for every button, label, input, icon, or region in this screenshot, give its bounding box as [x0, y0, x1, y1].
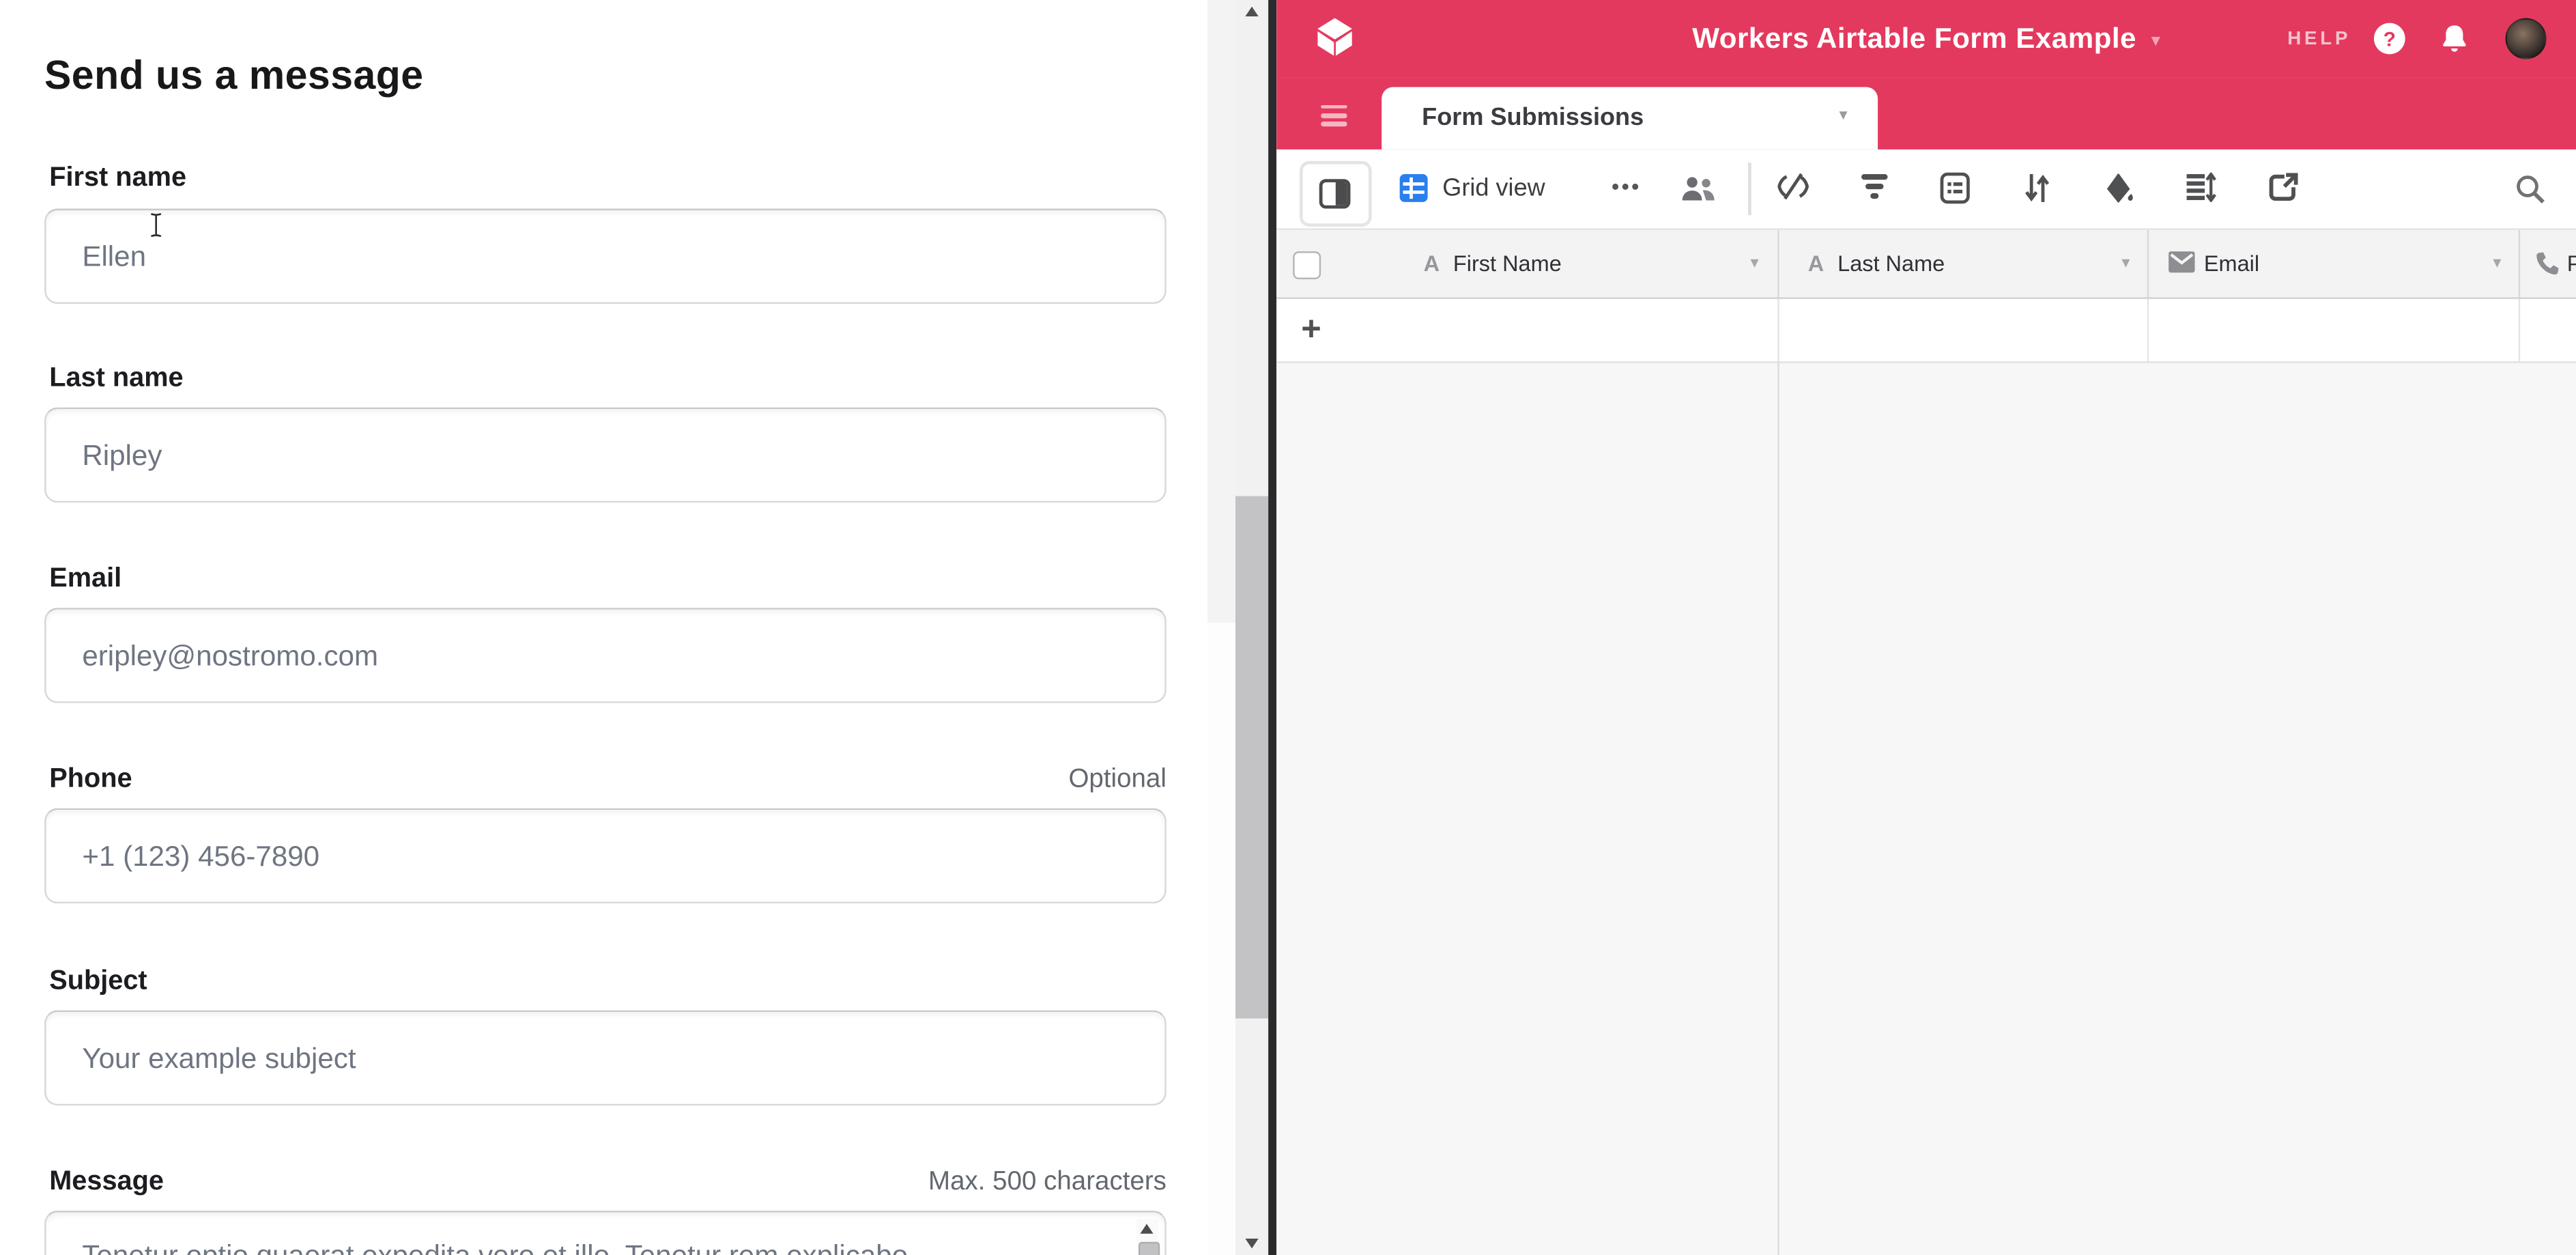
search-icon[interactable] [2515, 174, 2545, 203]
sidebar-toggle-icon [1319, 178, 1351, 208]
screenshot-viewport: Send us a message First name Ellen Last … [0, 0, 2576, 1255]
column-caret-icon[interactable]: ▾ [2121, 230, 2130, 296]
last-name-input[interactable]: Ripley [44, 408, 1167, 503]
email-value: eripley@nostromo.com [82, 610, 378, 702]
tab-label: Form Submissions [1422, 87, 1644, 149]
group-icon[interactable] [1941, 173, 1970, 204]
share-view-icon[interactable] [2269, 173, 2298, 202]
add-row-row[interactable]: + [1276, 299, 2576, 363]
column-header-email[interactable]: Email ▾ [2147, 230, 2519, 296]
page-scrollbar-thumb[interactable] [1235, 496, 1268, 1019]
message-label: Message [49, 1166, 164, 1198]
scroll-down-arrow-icon[interactable] [1245, 1239, 1258, 1248]
first-name-value: Ellen [82, 210, 146, 302]
help-button[interactable]: HELP [2287, 29, 2351, 48]
contact-form-pane: Send us a message First name Ellen Last … [0, 0, 1235, 1255]
email-field-type-icon [2168, 251, 2194, 272]
subject-label: Subject [49, 966, 147, 998]
last-name-value: Ripley [82, 409, 162, 501]
question-help-icon[interactable]: ? [2374, 23, 2405, 55]
text-field-type-icon: A [1808, 230, 1824, 296]
subject-value: Your example subject [82, 1012, 356, 1104]
window-divider [1268, 0, 1276, 1255]
email-label: Email [49, 563, 121, 595]
color-icon[interactable] [2104, 173, 2134, 204]
text-field-type-icon: A [1424, 230, 1440, 296]
column-header-first-name[interactable]: A First Name ▾ [1276, 230, 1777, 296]
hide-fields-icon[interactable] [1777, 173, 1809, 201]
airtable-titlebar: Workers Airtable Form Example ▾ HELP ? [1276, 0, 2576, 77]
text-cursor-icon [148, 212, 164, 238]
collaborators-icon[interactable] [1680, 175, 1717, 201]
column-header-last-name[interactable]: A Last Name ▾ [1777, 230, 2148, 296]
row-height-icon[interactable] [2185, 173, 2216, 202]
column-name: First Name [1453, 230, 1562, 296]
base-title-caret-icon[interactable]: ▾ [2151, 29, 2160, 51]
column-caret-icon[interactable]: ▾ [1750, 230, 1758, 296]
hamburger-menu-icon[interactable] [1321, 104, 1347, 131]
email-input[interactable]: eripley@nostromo.com [44, 608, 1167, 703]
view-name[interactable]: Grid view [1442, 149, 1545, 227]
toggle-view-sidebar-button[interactable] [1300, 160, 1371, 226]
tab-caret-icon: ▾ [1839, 107, 1847, 124]
sort-icon[interactable] [2024, 173, 2050, 204]
phone-optional-note: Optional [1068, 765, 1166, 795]
frozen-column-divider [1777, 361, 1779, 1255]
column-divider [2518, 299, 2521, 361]
scroll-up-arrow-icon[interactable] [1140, 1224, 1153, 1233]
phone-value: +1 (123) 456-7890 [82, 810, 319, 902]
view-options-dots-button[interactable]: ••• [1612, 149, 1642, 225]
column-divider [2147, 299, 2149, 361]
scroll-up-arrow-icon[interactable] [1245, 7, 1258, 16]
column-header-phone[interactable]: Phone [2518, 230, 2576, 296]
grid-view-icon [1400, 174, 1428, 202]
form-title: Send us a message [44, 54, 424, 100]
grid-header-row: A First Name ▾ A Last Name ▾ Email ▾ [1276, 230, 2576, 298]
pane-edge-strip [1207, 623, 1235, 1255]
user-avatar[interactable] [2506, 18, 2547, 59]
column-divider [1777, 299, 1779, 361]
column-caret-icon[interactable]: ▾ [2493, 230, 2501, 296]
add-record-button[interactable]: + [1301, 299, 1321, 361]
subject-input[interactable]: Your example subject [44, 1011, 1167, 1106]
last-name-label: Last name [49, 363, 183, 395]
column-name: Phone [2567, 230, 2576, 296]
toolbar-divider [1748, 162, 1751, 214]
message-textarea[interactable]: Tenetur optio quaerat expedita vero et i… [44, 1211, 1167, 1255]
base-title[interactable]: Workers Airtable Form Example [1692, 21, 2136, 56]
phone-field-type-icon [2534, 251, 2559, 276]
phone-label: Phone [49, 764, 132, 795]
airtable-window: Workers Airtable Form Example ▾ HELP ? F… [1276, 0, 2576, 1255]
notifications-bell-icon[interactable] [2439, 23, 2469, 55]
pane-edge-strip [1207, 0, 1235, 623]
scroll-thumb[interactable] [1139, 1242, 1160, 1255]
column-name: Email [2204, 230, 2259, 296]
tab-form-submissions[interactable]: Form Submissions ▾ [1381, 87, 1877, 149]
column-name: Last Name [1837, 230, 1945, 296]
phone-input[interactable]: +1 (123) 456-7890 [44, 808, 1167, 904]
first-name-input[interactable]: Ellen [44, 209, 1167, 305]
filter-icon[interactable] [1860, 173, 1889, 201]
first-name-label: First name [49, 163, 186, 194]
airtable-tabbar: Form Submissions ▾ SHARE [1276, 77, 2576, 149]
message-value: Tenetur optio quaerat expedita vero et i… [82, 1239, 908, 1255]
message-maxchars-note: Max. 500 characters [928, 1168, 1167, 1198]
textarea-scrollbar[interactable] [1137, 1219, 1158, 1255]
